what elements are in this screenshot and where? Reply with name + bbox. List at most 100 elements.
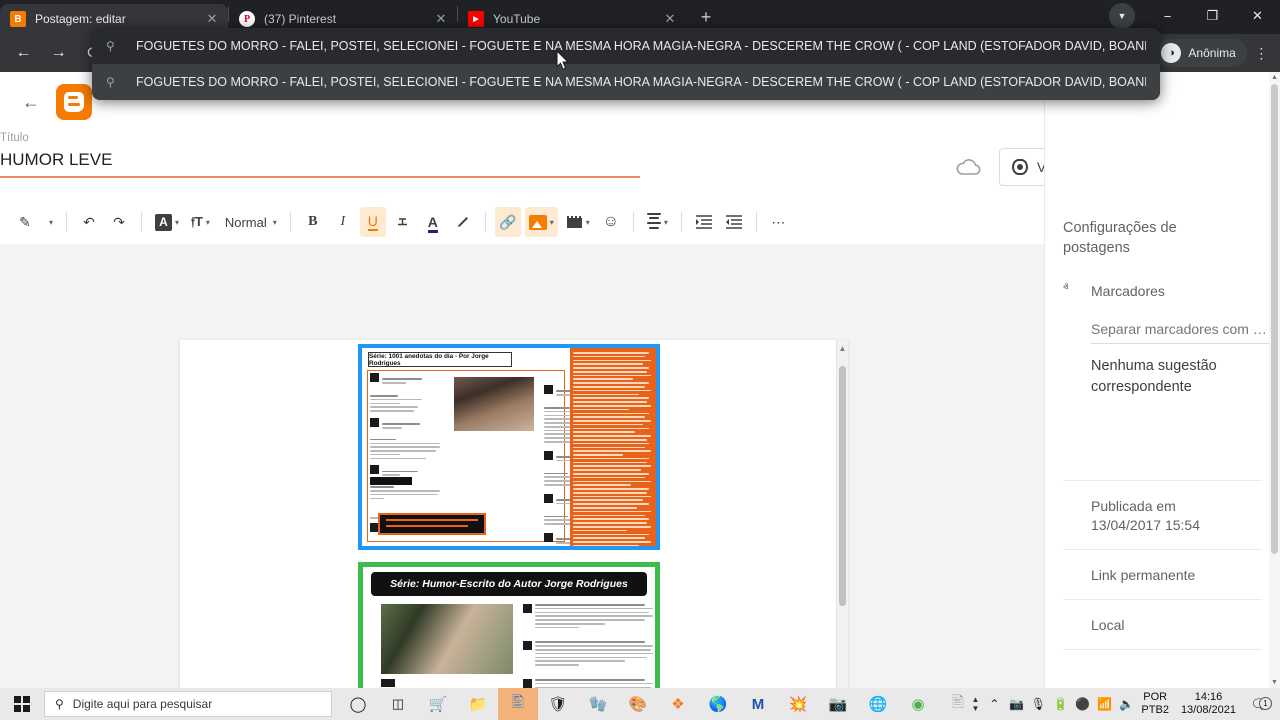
- address-bar-suggestion-row[interactable]: ⚲ FOGUETES DO MORRO - FALEI, POSTEI, SEL…: [92, 64, 1160, 100]
- battery-icon[interactable]: 🔋: [1049, 697, 1071, 711]
- paragraph-style-dropdown[interactable]: Normal ▾: [218, 207, 281, 237]
- settings-section-link-permanente[interactable]: ⱟ Link permanente: [1063, 550, 1262, 599]
- globe-browser-icon[interactable]: 🌎: [698, 688, 738, 720]
- task-view-icon[interactable]: ◫: [378, 688, 418, 720]
- post-title-input[interactable]: [0, 144, 620, 176]
- tab-title: YouTube: [493, 12, 662, 26]
- post-image-humor-escrito[interactable]: Série: Humor-Escrito do Autor Jorge Rodr…: [358, 562, 660, 688]
- scroll-up-arrow-icon[interactable]: ▲: [837, 342, 848, 356]
- wifi-icon[interactable]: 📶: [1093, 697, 1115, 711]
- tab-close-icon[interactable]: ✕: [204, 11, 220, 27]
- taskbar-search-box[interactable]: ⚲ Digite aqui para pesquisar: [44, 691, 332, 717]
- labels-input[interactable]: [1091, 315, 1280, 344]
- blogger-app: ← Título Visualizar ▾: [0, 72, 1280, 688]
- chevron-down-icon: ⱟ: [1063, 497, 1091, 509]
- ccleaner-icon[interactable]: 💥: [778, 688, 818, 720]
- tab-close-icon[interactable]: ✕: [433, 11, 449, 27]
- file-explorer-icon[interactable]: 📁: [458, 688, 498, 720]
- microphone-icon[interactable]: 🎙: [1027, 697, 1049, 711]
- settings-section-local[interactable]: ⱟ Local: [1063, 600, 1262, 649]
- tab-close-icon[interactable]: ✕: [662, 11, 678, 27]
- tab-title: (37) Pinterest: [264, 12, 433, 26]
- extensions-chevron-icon[interactable]: ▼: [1109, 3, 1135, 29]
- panel-divider: [1063, 649, 1262, 650]
- search-icon: ⚲: [106, 75, 124, 89]
- blogger-window-icon[interactable]: 🖺: [498, 688, 538, 720]
- system-tray: ▲ ▼ ⌃ 📷 🎙 🔋 ⚫ 📶 🔈 POR PTB2 14:16 13/08/20…: [968, 688, 1280, 720]
- cortana-icon[interactable]: ◯: [338, 688, 378, 720]
- pen-tool-icon[interactable]: ✎: [12, 207, 38, 237]
- youtube-favicon-icon: ▶: [468, 11, 484, 27]
- more-options-icon[interactable]: ⋯: [766, 207, 792, 237]
- address-bar-focused-input[interactable]: ⚲ FOGUETES DO MORRO - FALEI, POSTEI, SEL…: [92, 28, 1160, 64]
- text-color-icon[interactable]: A: [420, 207, 446, 237]
- insert-emoji-icon[interactable]: ☺: [598, 207, 624, 237]
- paint-icon[interactable]: 🎨: [618, 688, 658, 720]
- input-language-indicator[interactable]: POR PTB2: [1137, 691, 1173, 717]
- address-bar-dropdown: ⚲ FOGUETES DO MORRO - FALEI, POSTEI, SEL…: [92, 28, 1160, 100]
- insert-video-icon[interactable]: ▾: [562, 207, 594, 237]
- address-bar-suggestion-text: FOGUETES DO MORRO - FALEI, POSTEI, SELEC…: [136, 75, 1146, 89]
- underline-icon[interactable]: U: [360, 207, 386, 237]
- title-underline: [0, 176, 640, 178]
- tray-expand-chevrons[interactable]: ▲ ▼: [968, 695, 984, 713]
- font-family-icon[interactable]: A ▾: [151, 207, 183, 237]
- malwarebytes-icon[interactable]: M: [738, 688, 778, 720]
- windows-start-button[interactable]: [0, 688, 44, 720]
- action-center-icon[interactable]: 🗨 1: [1244, 696, 1274, 713]
- edge-icon[interactable]: 🌐: [858, 688, 898, 720]
- post-editor-paper[interactable]: Série: 1001 anedotas do dia - Por Jorge …: [180, 340, 848, 688]
- scrollbar-thumb[interactable]: [839, 366, 846, 606]
- taskbar-app-icons: ◯ ◫ 🛒 📁 🖺 🛡 🧤 🎨 ❖ 🌎 M 💥 📷 🌐 ◉ 🖹: [338, 688, 978, 720]
- italic-icon[interactable]: I: [330, 207, 356, 237]
- settings-section-marcadores[interactable]: ⱏ Marcadores: [1063, 258, 1262, 315]
- language-code: POR: [1143, 691, 1167, 703]
- incognito-indicator[interactable]: ◑ Anônima: [1156, 39, 1246, 67]
- indent-decrease-icon[interactable]: [721, 207, 747, 237]
- settings-section-label: Marcadores: [1091, 282, 1165, 301]
- forward-button[interactable]: →: [44, 38, 73, 68]
- address-bar-typed-value: FOGUETES DO MORRO - FALEI, POSTEI, SELEC…: [136, 39, 1146, 53]
- chrome-icon[interactable]: ◉: [898, 688, 938, 720]
- close-window-button[interactable]: ✕: [1235, 0, 1280, 32]
- insert-link-icon[interactable]: 🔗: [495, 207, 521, 237]
- font-size-icon[interactable]: 𝔣T ▾: [187, 207, 214, 237]
- post-body-scrollbar[interactable]: ▲ ▼: [836, 340, 848, 688]
- show-hidden-icons-chevron[interactable]: ⌃: [983, 697, 1005, 711]
- glove-app-icon[interactable]: 🧤: [578, 688, 618, 720]
- undo-icon[interactable]: ↶: [76, 207, 102, 237]
- blogger-logo[interactable]: [56, 84, 92, 120]
- post-image1-link-banner: [378, 513, 486, 535]
- scroll-up-arrow-icon[interactable]: ▲: [1269, 74, 1280, 81]
- highlight-color-icon[interactable]: [450, 207, 476, 237]
- incognito-icon: ◑: [1161, 43, 1181, 63]
- camera-icon[interactable]: 📷: [818, 688, 858, 720]
- scroll-down-arrow-icon[interactable]: ▼: [1269, 679, 1280, 686]
- settings-section-publicada-em[interactable]: ⱟ Publicada em 13/04/2017 15:54: [1063, 481, 1262, 549]
- align-icon[interactable]: ▾: [643, 207, 672, 237]
- maximize-button[interactable]: ❐: [1190, 0, 1235, 32]
- post-image-anedotas[interactable]: Série: 1001 anedotas do dia - Por Jorge …: [358, 344, 660, 550]
- scrollbar-thumb[interactable]: [1271, 84, 1278, 554]
- browser-menu-button[interactable]: ⋮: [1249, 45, 1274, 62]
- dropbox-status-icon[interactable]: ⚫: [1071, 697, 1093, 711]
- volume-icon[interactable]: 🔈: [1115, 697, 1137, 711]
- clock[interactable]: 14:16 13/08/2021: [1173, 691, 1244, 717]
- indent-increase-icon[interactable]: [691, 207, 717, 237]
- windows-defender-icon[interactable]: 🛡: [538, 688, 578, 720]
- avast-icon[interactable]: ❖: [658, 688, 698, 720]
- microsoft-store-icon[interactable]: 🛒: [418, 688, 458, 720]
- back-button[interactable]: ←: [9, 38, 38, 68]
- strikethrough-icon[interactable]: [390, 207, 416, 237]
- redo-icon[interactable]: ↷: [106, 207, 132, 237]
- webcam-guard-icon[interactable]: 📷: [1005, 697, 1027, 711]
- pen-tool-caret-icon[interactable]: ▾: [42, 207, 57, 237]
- bold-icon[interactable]: B: [300, 207, 326, 237]
- app-back-button[interactable]: ←: [14, 85, 48, 119]
- paragraph-style-label: Normal: [222, 215, 270, 230]
- settings-panel-scrollbar[interactable]: ▲ ▼: [1269, 72, 1280, 688]
- insert-image-icon[interactable]: ▾: [525, 207, 558, 237]
- post-settings-panel: Configurações de postagens ⱏ Marcadores …: [1044, 72, 1280, 688]
- post-image1-orange-sidebar: [570, 348, 656, 546]
- chrome-browser-window: B Postagem: editar ✕ P (37) Pinterest ✕ …: [0, 0, 1280, 720]
